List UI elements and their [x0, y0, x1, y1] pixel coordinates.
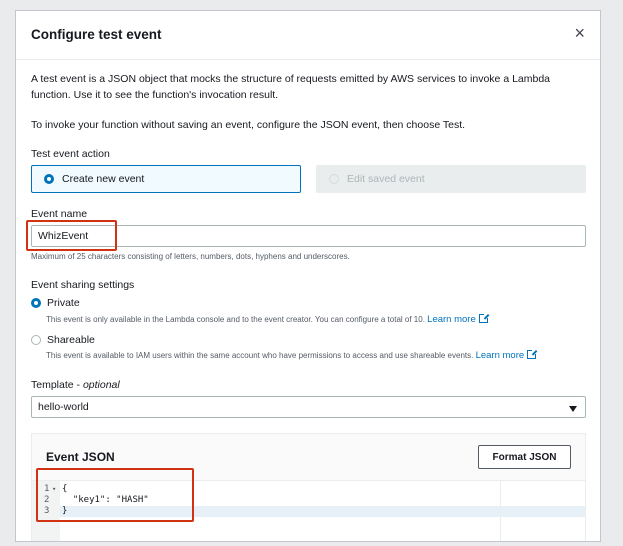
event-json-title: Event JSON: [46, 450, 115, 464]
line-number: 3: [44, 506, 50, 516]
event-name-hint: Maximum of 25 characters consisting of l…: [31, 252, 350, 261]
configure-test-event-modal: Configure test event × A test event is a…: [15, 10, 601, 542]
editor-gutter: 1 ▾ 2 3: [32, 481, 60, 541]
print-margin-line: [500, 481, 501, 541]
radio-unselected-icon: [31, 335, 41, 345]
external-link-icon: [527, 349, 538, 359]
edit-saved-event-option[interactable]: Edit saved event: [316, 165, 586, 193]
create-new-event-option[interactable]: Create new event: [31, 165, 301, 193]
shareable-description-text: This event is available to IAM users wit…: [46, 351, 474, 360]
template-label: Template - optional: [31, 379, 120, 391]
modal-title: Configure test event: [31, 27, 162, 42]
description-text-1: A test event is a JSON object that mocks…: [31, 73, 551, 101]
event-json-panel: Event JSON Format JSON 1 ▾ 2 3 { "key1":…: [31, 433, 586, 541]
radio-disabled-icon: [329, 174, 339, 184]
shareable-radio-option[interactable]: Shareable: [31, 334, 95, 346]
code-line: "key1": "HASH": [62, 495, 149, 505]
caret-down-icon: [569, 406, 577, 412]
event-sharing-label: Event sharing settings: [31, 279, 135, 291]
close-icon[interactable]: ×: [574, 24, 585, 42]
shareable-description: This event is available to IAM users wit…: [46, 349, 538, 361]
external-link-icon: [478, 313, 489, 323]
event-name-input[interactable]: WhizEvent: [31, 225, 586, 247]
edit-saved-event-label: Edit saved event: [347, 173, 425, 185]
learn-more-link[interactable]: Learn more: [427, 314, 476, 325]
modal-header: Configure test event ×: [16, 11, 600, 60]
private-radio-option[interactable]: Private: [31, 297, 80, 309]
line-number: 1: [44, 484, 50, 494]
private-description: This event is only available in the Lamb…: [46, 313, 489, 325]
test-event-action-label: Test event action: [31, 148, 110, 160]
json-code-editor[interactable]: 1 ▾ 2 3 { "key1": "HASH" }: [32, 480, 585, 541]
active-line-highlight: [32, 506, 585, 517]
format-json-button[interactable]: Format JSON: [478, 445, 571, 469]
fold-icon[interactable]: ▾: [52, 484, 56, 495]
event-name-value: WhizEvent: [38, 230, 89, 242]
template-optional-text: optional: [82, 379, 120, 391]
private-label: Private: [47, 297, 80, 309]
radio-selected-icon: [31, 298, 41, 308]
background-strip: [0, 0, 623, 10]
learn-more-link[interactable]: Learn more: [476, 350, 525, 361]
event-name-label: Event name: [31, 208, 88, 220]
template-select[interactable]: hello-world: [31, 396, 586, 418]
radio-selected-icon: [44, 174, 54, 184]
code-line: }: [62, 506, 68, 516]
shareable-label: Shareable: [47, 334, 95, 346]
line-number: 2: [44, 495, 50, 505]
description-text-2: To invoke your function without saving a…: [31, 119, 466, 131]
create-new-event-label: Create new event: [62, 173, 145, 185]
private-description-text: This event is only available in the Lamb…: [46, 315, 425, 324]
code-line: {: [62, 484, 68, 494]
template-value: hello-world: [38, 401, 89, 413]
template-label-text: Template: [31, 379, 74, 391]
